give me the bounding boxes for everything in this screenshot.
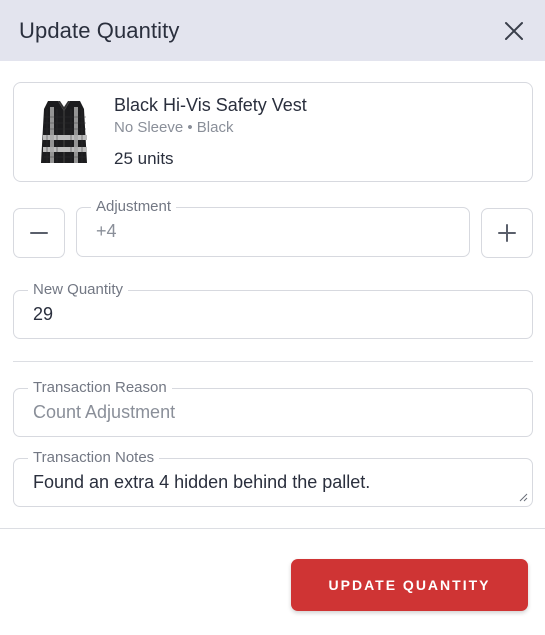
footer-divider [0,528,545,529]
adjustment-field[interactable]: Adjustment +4 [76,198,470,257]
dialog-title: Update Quantity [19,17,180,43]
close-icon [505,21,523,40]
update-quantity-button[interactable]: UPDATE QUANTITY [291,559,528,611]
decrement-button[interactable] [13,208,65,258]
transaction-reason-value: Count Adjustment [33,402,176,422]
new-quantity-label: New Quantity [28,281,129,299]
transaction-notes-field[interactable]: Transaction Notes Found an extra 4 hidde… [13,449,533,507]
new-quantity-value: 29 [33,304,54,324]
close-button[interactable] [501,18,527,44]
plus-icon [498,224,516,242]
product-current-quantity: 25 units [114,149,174,168]
product-variant: No Sleeve • Black [114,119,234,136]
transaction-notes-value: Found an extra 4 hidden behind the palle… [33,472,371,492]
resize-grip-icon[interactable] [518,492,528,502]
adjustment-label: Adjustment [91,198,177,216]
increment-button[interactable] [481,208,533,258]
transaction-reason-field[interactable]: Transaction Reason Count Adjustment [13,379,533,437]
adjustment-value: +4 [96,221,117,241]
product-name: Black Hi-Vis Safety Vest [114,95,307,115]
dialog-header: Update Quantity [0,0,545,61]
product-card: Black Hi-Vis Safety Vest No Sleeve • Bla… [13,82,533,182]
transaction-reason-label: Transaction Reason [28,379,172,397]
new-quantity-field[interactable]: New Quantity 29 [13,281,533,339]
transaction-notes-label: Transaction Notes [28,449,160,467]
section-divider [13,361,533,362]
minus-icon [30,232,48,234]
safety-vest-image [41,101,87,163]
